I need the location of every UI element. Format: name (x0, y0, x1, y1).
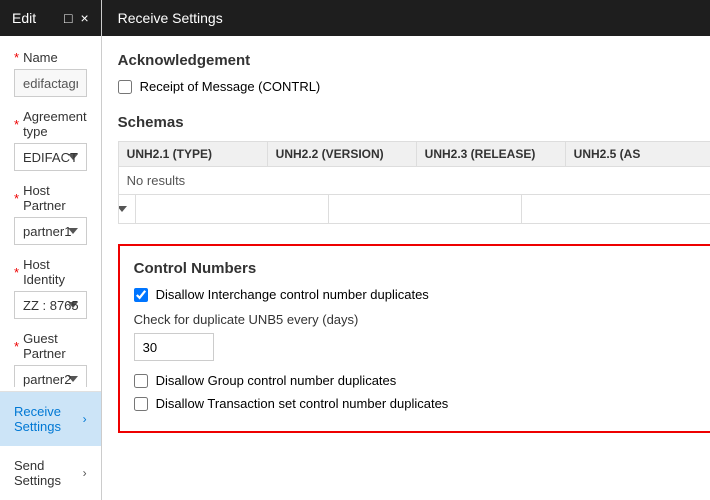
receipt-of-message-checkbox[interactable] (118, 80, 132, 94)
right-panel: Receive Settings Acknowledgement Receipt… (102, 0, 710, 500)
required-star-3: * (14, 191, 19, 206)
guest-partner-select-wrap: partner2 partner1 (14, 365, 87, 387)
schema-select-wrap (119, 195, 136, 223)
name-label: * Name (14, 50, 87, 65)
disallow-group-row: Disallow Group control number duplicates (134, 373, 699, 388)
left-form: * Name * Agreement type EDIFACT X12 AS2 (0, 36, 101, 387)
nav-items: Receive Settings › Send Settings › (0, 391, 101, 500)
control-numbers-section: Control Numbers Disallow Interchange con… (118, 244, 710, 433)
agreement-type-label: * Agreement type (14, 109, 87, 139)
required-star-2: * (14, 117, 19, 132)
disallow-interchange-label: Disallow Interchange control number dupl… (156, 287, 429, 302)
check-duplicate-label: Check for duplicate UNB5 every (days) (134, 312, 699, 327)
schemas-no-results: No results (119, 167, 710, 195)
receive-settings-title: Receive Settings (118, 10, 223, 26)
chevron-right-icon-send: › (83, 466, 87, 480)
chevron-right-icon-receive: › (83, 412, 87, 426)
host-partner-field-group: * Host Partner partner1 partner2 (14, 183, 87, 245)
schema-release-input[interactable] (329, 195, 522, 223)
schema-type-select[interactable] (119, 195, 135, 223)
agreement-type-field-group: * Agreement type EDIFACT X12 AS2 (14, 109, 87, 171)
guest-partner-select[interactable]: partner2 partner1 (14, 365, 87, 387)
schema-version-input[interactable] (136, 195, 329, 223)
host-identity-field-group: * Host Identity ZZ : 87654321 (14, 257, 87, 319)
col-header-unh23: UNH2.3 (RELEASE) (417, 142, 566, 166)
host-identity-select-wrap: ZZ : 87654321 (14, 291, 87, 319)
guest-partner-label: * Guest Partner (14, 331, 87, 361)
guest-partner-field-group: * Guest Partner partner2 partner1 (14, 331, 87, 387)
col-header-unh21: UNH2.1 (TYPE) (119, 142, 268, 166)
edit-title: Edit (12, 10, 36, 26)
receipt-of-message-label: Receipt of Message (CONTRL) (140, 79, 321, 94)
required-star: * (14, 50, 19, 65)
schemas-input-row (119, 195, 710, 223)
name-input[interactable] (14, 69, 87, 97)
sidebar-item-receive-settings[interactable]: Receive Settings › (0, 392, 101, 446)
disallow-group-label: Disallow Group control number duplicates (156, 373, 397, 388)
col-header-unh25: UNH2.5 (AS (566, 142, 710, 166)
acknowledgement-title: Acknowledgement (118, 52, 710, 69)
agreement-type-select-wrap: EDIFACT X12 AS2 (14, 143, 87, 171)
disallow-interchange-row: Disallow Interchange control number dupl… (134, 287, 699, 302)
disallow-transaction-row: Disallow Transaction set control number … (134, 396, 699, 411)
host-partner-select-wrap: partner1 partner2 (14, 217, 87, 245)
required-star-4: * (14, 265, 19, 280)
disallow-transaction-label: Disallow Transaction set control number … (156, 396, 449, 411)
close-icon[interactable]: × (80, 10, 88, 26)
check-duplicate-input[interactable]: 30 (134, 333, 214, 361)
schemas-section: Schemas UNH2.1 (TYPE) UNH2.2 (VERSION) U… (118, 114, 710, 224)
host-partner-label: * Host Partner (14, 183, 87, 213)
minimize-icon[interactable]: □ (64, 10, 72, 26)
schemas-table-header: UNH2.1 (TYPE) UNH2.2 (VERSION) UNH2.3 (R… (118, 141, 710, 166)
header-icons: □ × (64, 10, 89, 26)
control-numbers-title: Control Numbers (134, 260, 699, 277)
disallow-interchange-checkbox[interactable] (134, 288, 148, 302)
schema-as-input[interactable] (522, 195, 710, 223)
right-content: Acknowledgement Receipt of Message (CONT… (102, 36, 710, 500)
schemas-body: No results (118, 166, 710, 224)
name-field-group: * Name (14, 50, 87, 97)
required-star-5: * (14, 339, 19, 354)
receipt-of-message-row: Receipt of Message (CONTRL) (118, 79, 710, 94)
disallow-transaction-checkbox[interactable] (134, 397, 148, 411)
right-header: Receive Settings (102, 0, 710, 36)
schemas-title: Schemas (118, 114, 710, 131)
agreement-type-select[interactable]: EDIFACT X12 AS2 (14, 143, 87, 171)
acknowledgement-section: Acknowledgement Receipt of Message (CONT… (118, 52, 710, 94)
left-header: Edit □ × (0, 0, 101, 36)
host-identity-label: * Host Identity (14, 257, 87, 287)
sidebar-item-send-settings[interactable]: Send Settings › (0, 446, 101, 500)
host-partner-select[interactable]: partner1 partner2 (14, 217, 87, 245)
disallow-group-checkbox[interactable] (134, 374, 148, 388)
host-identity-select[interactable]: ZZ : 87654321 (14, 291, 87, 319)
left-panel: Edit □ × * Name * Agreement type EDIFACT… (0, 0, 102, 500)
col-header-unh22: UNH2.2 (VERSION) (268, 142, 417, 166)
